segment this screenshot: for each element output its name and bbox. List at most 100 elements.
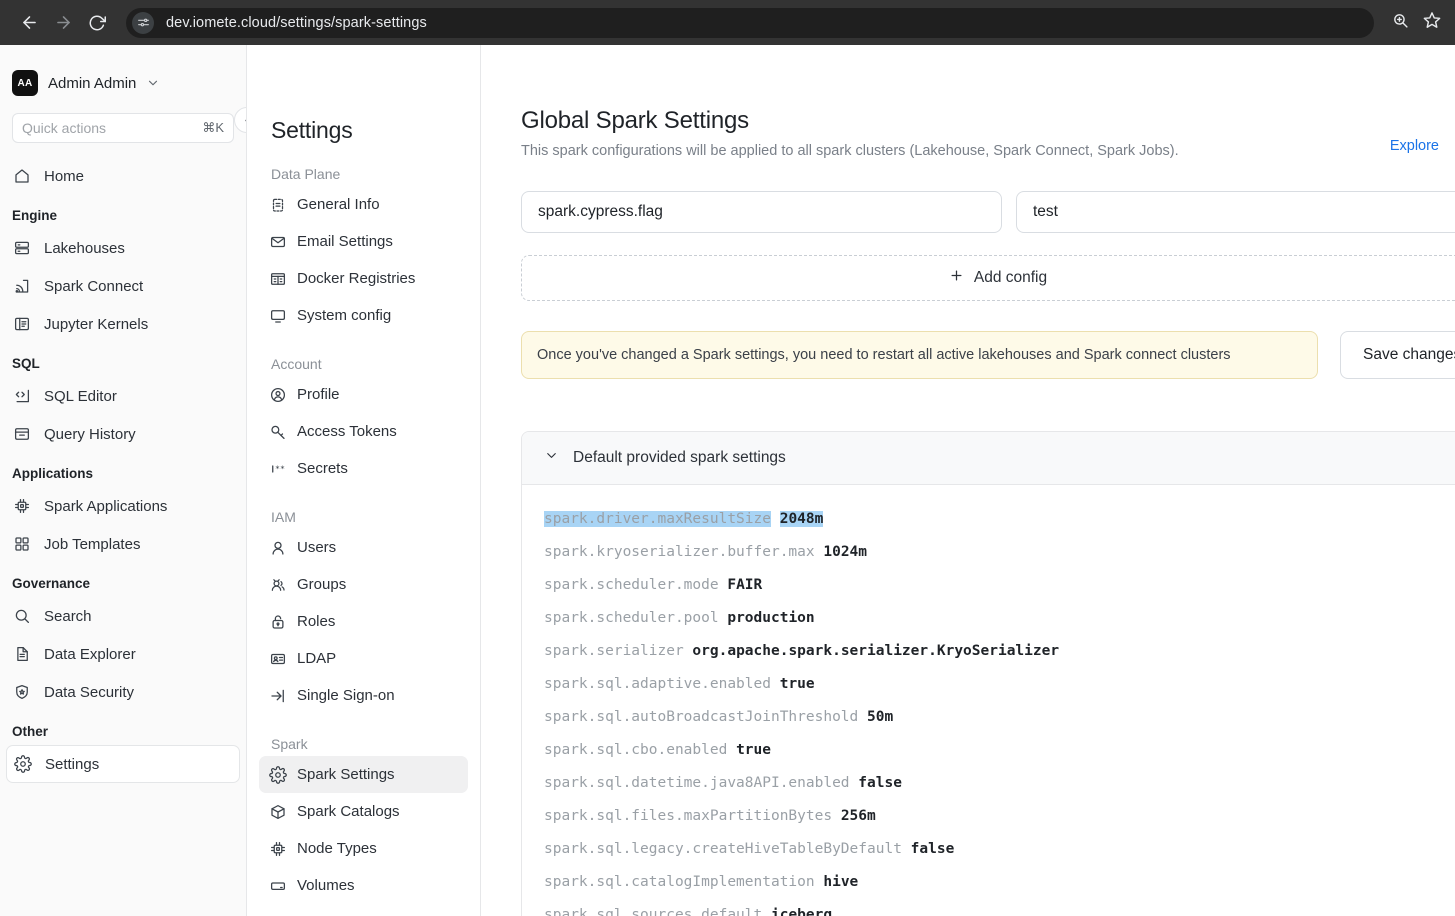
sidebar-item-spark-applications[interactable]: Spark Applications	[6, 487, 240, 525]
settings-item-label: Users	[297, 539, 337, 556]
sidebar-item-lakehouses[interactable]: Lakehouses	[6, 229, 240, 267]
secrets-icon: **	[269, 460, 287, 478]
default-settings-header-label: Default provided spark settings	[573, 449, 786, 466]
explore-link[interactable]: Explore	[1390, 138, 1439, 154]
settings-item-spark-catalogs[interactable]: Spark Catalogs	[259, 793, 468, 830]
default-setting-key: spark.sql.catalogImplementation	[544, 874, 815, 890]
id-card-icon	[269, 650, 287, 668]
default-setting-value: 2048m	[779, 511, 824, 527]
address-bar[interactable]: dev.iomete.cloud/settings/spark-settings	[126, 7, 1374, 38]
user-icon	[269, 539, 287, 557]
sidebar-item-label: Spark Applications	[44, 497, 168, 515]
default-setting-row: spark.sql.sources.default iceberg	[522, 899, 1455, 916]
sidebar-collapse-button[interactable]	[234, 107, 246, 133]
sidebar-item-job-templates[interactable]: Job Templates	[6, 525, 240, 563]
primary-sidebar: AA Admin Admin Quick actions ⌘K Home Engi…	[0, 45, 247, 916]
sidebar-item-home[interactable]: Home	[6, 157, 240, 195]
groups-icon	[269, 576, 287, 594]
back-button[interactable]	[14, 8, 44, 38]
reload-button[interactable]	[82, 8, 112, 38]
settings-item-volumes[interactable]: Volumes	[259, 867, 468, 904]
settings-item-access-tokens[interactable]: Access Tokens	[259, 413, 468, 450]
settings-title: Settings	[271, 117, 353, 143]
settings-sidebar: Settings Data Plane General Info Email Set…	[247, 45, 481, 916]
settings-item-namespaces[interactable]: Namespaces	[259, 904, 468, 916]
settings-item-single-sign-on[interactable]: Single Sign-on	[259, 677, 468, 714]
settings-item-node-types[interactable]: Node Types	[259, 830, 468, 867]
default-setting-key: spark.scheduler.mode	[544, 577, 719, 593]
forward-button[interactable]	[48, 8, 78, 38]
save-changes-button[interactable]: Save changes	[1340, 331, 1455, 379]
sidebar-item-search[interactable]: Search	[6, 597, 240, 635]
sidebar-item-label: Job Templates	[44, 535, 141, 553]
config-value-input[interactable]: test	[1016, 191, 1455, 233]
default-setting-key: spark.sql.cbo.enabled	[544, 742, 728, 758]
tune-icon[interactable]	[132, 11, 154, 34]
settings-item-ldap[interactable]: LDAP	[259, 640, 468, 677]
settings-item-secrets[interactable]: ** Secrets	[259, 450, 468, 487]
settings-item-users[interactable]: Users	[259, 529, 468, 566]
sidebar-item-jupyter-kernels[interactable]: Jupyter Kernels	[6, 305, 240, 343]
settings-item-system-config[interactable]: System config	[259, 297, 468, 334]
sidebar-item-label: Spark Connect	[44, 277, 144, 295]
default-setting-value: production	[727, 610, 815, 626]
settings-item-groups[interactable]: Groups	[259, 566, 468, 603]
envelope-icon	[269, 233, 287, 251]
settings-item-docker-registries[interactable]: Docker Registries	[259, 260, 468, 297]
notice-row: Once you've changed a Spark settings, yo…	[521, 331, 1455, 379]
sidebar-section-label: Applications	[12, 466, 94, 481]
settings-item-label: Docker Registries	[297, 270, 416, 287]
zoom-icon[interactable]	[1392, 12, 1409, 34]
clipboard-icon	[269, 196, 287, 214]
document-icon	[12, 644, 32, 664]
app-shell: AA Admin Admin Quick actions ⌘K Home Engi…	[0, 45, 1455, 916]
add-config-button[interactable]: Add config	[521, 255, 1455, 301]
settings-section-label: IAM	[271, 509, 296, 525]
default-setting-key: spark.kryoserializer.buffer.max	[544, 544, 815, 560]
default-setting-key: spark.scheduler.pool	[544, 610, 719, 626]
sidebar-item-spark-connect[interactable]: Spark Connect	[6, 267, 240, 305]
settings-nav: Data Plane General Info Email Settings Dock…	[259, 144, 468, 916]
settings-item-label: Roles	[297, 613, 336, 630]
settings-item-label: Access Tokens	[297, 423, 397, 440]
sidebar-item-label: SQL Editor	[44, 387, 117, 405]
volume-icon	[269, 877, 287, 895]
sidebar-item-query-history[interactable]: Query History	[6, 415, 240, 453]
browser-toolbar: dev.iomete.cloud/settings/spark-settings	[0, 0, 1455, 45]
sidebar-item-data-explorer[interactable]: Data Explorer	[6, 635, 240, 673]
default-setting-key: spark.sql.autoBroadcastJoinThreshold	[544, 709, 859, 725]
settings-item-label: Volumes	[297, 877, 355, 894]
default-setting-value: false	[858, 775, 902, 791]
sidebar-item-label: Settings	[45, 755, 100, 773]
default-setting-value: hive	[823, 874, 859, 890]
default-setting-row: spark.sql.files.maxPartitionBytes 256m	[522, 800, 1455, 833]
star-icon[interactable]	[1423, 11, 1441, 34]
add-config-label: Add config	[973, 269, 1048, 286]
sidebar-item-label: Lakehouses	[44, 239, 125, 257]
default-setting-value: true	[736, 742, 771, 758]
settings-item-roles[interactable]: Roles	[259, 603, 468, 640]
sidebar-item-settings[interactable]: Settings	[6, 745, 240, 783]
settings-item-spark-settings[interactable]: Spark Settings	[259, 756, 468, 793]
settings-item-profile[interactable]: Profile	[259, 376, 468, 413]
default-setting-key: spark.serializer	[544, 643, 684, 659]
sidebar-item-sql-editor[interactable]: SQL Editor	[6, 377, 240, 415]
user-menu[interactable]: AA Admin Admin	[0, 45, 246, 103]
chevron-down-icon	[146, 76, 160, 90]
settings-item-email-settings[interactable]: Email Settings	[259, 223, 468, 260]
url-text: dev.iomete.cloud/settings/spark-settings	[166, 14, 427, 31]
main-content: Global Spark Settings This spark configu…	[481, 45, 1455, 916]
home-icon	[12, 166, 32, 186]
sidebar-section-label: Engine	[12, 208, 58, 223]
default-setting-value: iceberg	[770, 907, 833, 916]
jupyter-icon	[12, 314, 32, 334]
default-settings-header[interactable]: Default provided spark settings	[522, 432, 1455, 485]
settings-item-general-info[interactable]: General Info	[259, 186, 468, 223]
default-setting-key: spark.sql.adaptive.enabled	[544, 676, 771, 692]
sidebar-item-data-security[interactable]: Data Security	[6, 673, 240, 711]
config-rows: spark.cypress.flag test	[521, 191, 1455, 233]
default-setting-key: spark.sql.legacy.createHiveTableByDefaul…	[544, 841, 902, 857]
config-key-input[interactable]: spark.cypress.flag	[521, 191, 1002, 233]
quick-actions-input[interactable]: Quick actions ⌘K	[12, 113, 234, 143]
key-icon	[269, 423, 287, 441]
